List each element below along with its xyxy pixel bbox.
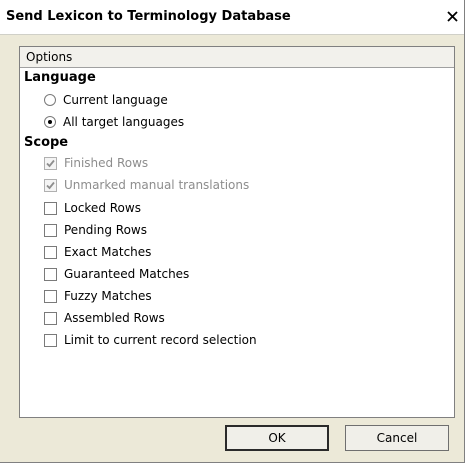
options-panel: Options Language Current language All ta…: [19, 46, 455, 418]
send-lexicon-dialog: Send Lexicon to Terminology Database Opt…: [0, 0, 465, 463]
checkbox-limit-to-current-record-selection[interactable]: Limit to current record selection: [44, 331, 257, 349]
checkmark-icon: [46, 159, 55, 167]
checkbox[interactable]: [44, 311, 57, 325]
checkbox-finished-rows[interactable]: Finished Rows: [44, 154, 148, 172]
checkbox-label: Locked Rows: [64, 201, 141, 215]
checkbox-guaranteed-matches[interactable]: Guaranteed Matches: [44, 265, 189, 283]
checkbox-label: Guaranteed Matches: [64, 267, 190, 281]
checkmark-icon: [46, 181, 55, 189]
checkbox[interactable]: [44, 178, 57, 192]
checkbox-label: Limit to current record selection: [64, 333, 257, 347]
checkbox-label: Pending Rows: [64, 223, 147, 237]
radio-current-language[interactable]: Current language: [44, 91, 168, 109]
checkbox-label: Fuzzy Matches: [64, 289, 152, 303]
checkbox[interactable]: [44, 223, 57, 237]
dialog-title: Send Lexicon to Terminology Database: [6, 9, 291, 24]
cancel-button[interactable]: Cancel: [345, 425, 449, 451]
checkbox[interactable]: [44, 333, 57, 347]
tab-options-label: Options: [26, 50, 73, 64]
checkbox-label: Assembled Rows: [64, 311, 165, 325]
scope-heading: Scope: [24, 135, 69, 150]
checkbox-locked-rows[interactable]: Locked Rows: [44, 199, 141, 217]
checkbox[interactable]: [44, 267, 57, 281]
checkbox-unmarked-manual-translations[interactable]: Unmarked manual translations: [44, 176, 249, 194]
checkbox-label: Exact Matches: [64, 245, 152, 259]
close-icon: [446, 10, 458, 22]
tab-options[interactable]: Options: [20, 47, 454, 68]
close-button[interactable]: [444, 8, 460, 24]
checkbox[interactable]: [44, 156, 57, 170]
checkbox-exact-matches[interactable]: Exact Matches: [44, 243, 151, 261]
checkbox[interactable]: [44, 245, 57, 259]
checkbox-assembled-rows[interactable]: Assembled Rows: [44, 309, 165, 327]
checkbox[interactable]: [44, 201, 57, 215]
radio-all-target-languages[interactable]: All target languages: [44, 113, 184, 131]
ok-button[interactable]: OK: [225, 425, 329, 451]
checkbox-pending-rows[interactable]: Pending Rows: [44, 221, 147, 239]
radio-label: Current language: [63, 93, 168, 107]
checkbox[interactable]: [44, 289, 57, 303]
radio-button[interactable]: [44, 116, 56, 128]
checkbox-fuzzy-matches[interactable]: Fuzzy Matches: [44, 287, 152, 305]
language-heading: Language: [24, 70, 96, 85]
title-bar[interactable]: Send Lexicon to Terminology Database: [0, 0, 464, 35]
radio-label: All target languages: [63, 115, 185, 129]
radio-button[interactable]: [44, 94, 56, 106]
checkbox-label: Finished Rows: [64, 156, 149, 170]
checkbox-label: Unmarked manual translations: [64, 178, 250, 192]
